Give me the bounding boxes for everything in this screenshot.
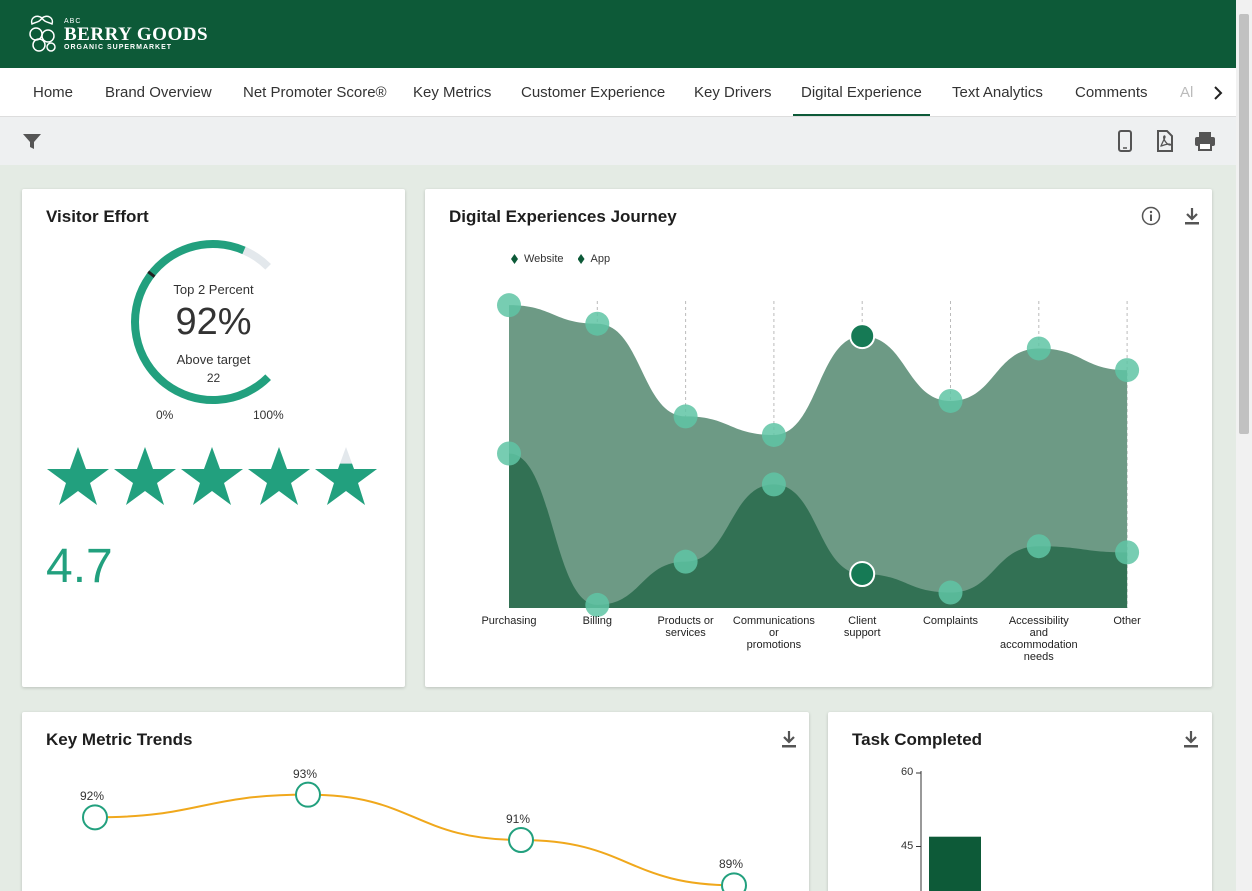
gauge-value: 92% (175, 301, 252, 343)
trend-point[interactable] (721, 872, 747, 891)
berry-logo-icon (29, 15, 56, 52)
target-label: Above target (176, 352, 251, 367)
data-point-app[interactable] (585, 592, 610, 617)
gauge-track (242, 246, 271, 270)
data-point-website[interactable] (1026, 336, 1051, 361)
brand-tagline: ORGANIC SUPERMARKET (64, 43, 173, 51)
nav-item-home[interactable]: Home (33, 68, 73, 116)
task-chart (916, 771, 981, 891)
x-tick-label: Client support (843, 615, 881, 639)
data-point-website[interactable] (497, 293, 521, 318)
star-rating (46, 445, 378, 507)
trend-point[interactable] (508, 827, 534, 853)
y-tick-label: 60 (901, 766, 914, 778)
x-tick-label: Purchasing (481, 615, 537, 627)
toolbar (0, 117, 1236, 165)
star-icon (114, 447, 176, 505)
brand-name: BERRY GOODS (64, 23, 209, 45)
nav-next-button[interactable] (1200, 68, 1236, 116)
gauge-min-label: 0% (156, 408, 174, 422)
key-metric-trends-card: Key Metric Trends 92% 93% 91% 89% (22, 712, 809, 891)
star-icon (248, 447, 310, 505)
rating-value: 4.7 (46, 540, 113, 593)
data-point-app[interactable] (761, 472, 786, 497)
visitor-effort-card: Visitor Effort Top 2 Percent 92% Above t… (22, 189, 405, 687)
data-point-website[interactable] (585, 311, 610, 336)
nav-item-brand-overview[interactable]: Brand Overview (105, 68, 212, 116)
data-point-app[interactable] (849, 561, 876, 588)
data-point-app[interactable] (673, 549, 698, 574)
journey-chart (497, 293, 1140, 617)
star-icon (47, 447, 109, 505)
brand-logo[interactable]: ABC BERRY GOODS ORGANIC SUPERMARKET (24, 14, 208, 54)
nav-item-net-promoter-score[interactable]: Net Promoter Score® (243, 68, 387, 116)
filter-icon[interactable] (20, 129, 44, 153)
y-tick-label: 45 (901, 839, 914, 852)
gauge-label: Top 2 Percent (173, 282, 254, 297)
chevron-right-icon (1214, 85, 1223, 100)
nav-item-customer-experience[interactable]: Customer Experience (521, 68, 665, 116)
trend-chart (82, 781, 747, 891)
trend-point[interactable] (82, 804, 108, 831)
x-tick-label: Products or services (657, 615, 714, 639)
trend-value-label: 91% (506, 812, 531, 826)
trend-value-label: 89% (719, 857, 744, 872)
x-tick-label: Other (1113, 615, 1141, 627)
x-tick-label: Communications or promotions (732, 615, 815, 651)
data-point-app[interactable] (1026, 534, 1051, 559)
x-tick-label: Accessibility and accommodation needs (999, 615, 1078, 663)
star-icon (181, 447, 243, 505)
trend-line (94, 793, 735, 887)
app-header: ABC BERRY GOODS ORGANIC SUPERMARKET (0, 0, 1236, 68)
data-point-website[interactable] (1115, 358, 1140, 383)
page-scrollbar[interactable] (1236, 0, 1252, 891)
data-point-website[interactable] (849, 323, 876, 350)
mobile-icon[interactable] (1113, 129, 1137, 153)
task-completed-card: Task Completed 60 45 (828, 712, 1212, 891)
main-nav: Home Brand Overview Net Promoter Score® … (0, 68, 1236, 117)
bar[interactable] (929, 836, 981, 891)
nav-item-comments[interactable]: Comments (1075, 68, 1148, 116)
data-point-app[interactable] (497, 441, 521, 466)
nav-item-text-analytics[interactable]: Text Analytics (952, 68, 1043, 116)
journey-card: Digital Experiences Journey Website App … (425, 189, 1212, 687)
print-icon[interactable] (1193, 129, 1217, 153)
x-tick-label: Complaints (922, 615, 979, 627)
data-point-app[interactable] (1115, 540, 1140, 565)
trend-value-label: 92% (80, 789, 105, 804)
data-point-website[interactable] (938, 388, 963, 413)
nav-item-key-drivers[interactable]: Key Drivers (694, 68, 772, 116)
star-icon (315, 447, 377, 505)
trend-point[interactable] (295, 781, 321, 808)
target-value: 22 (206, 371, 221, 385)
gauge-max-label: 100% (253, 408, 284, 422)
x-tick-label: Billing (582, 615, 612, 627)
scrollbar-thumb[interactable] (1239, 14, 1249, 434)
pdf-icon[interactable] (1153, 129, 1177, 153)
nav-item-key-metrics[interactable]: Key Metrics (413, 68, 491, 116)
data-point-website[interactable] (761, 422, 786, 447)
data-point-website[interactable] (673, 404, 698, 429)
nav-item-overflow[interactable]: Al (1180, 68, 1193, 116)
data-point-app[interactable] (938, 580, 963, 605)
trend-value-label: 93% (293, 766, 318, 781)
nav-item-digital-experience[interactable]: Digital Experience (793, 68, 930, 116)
